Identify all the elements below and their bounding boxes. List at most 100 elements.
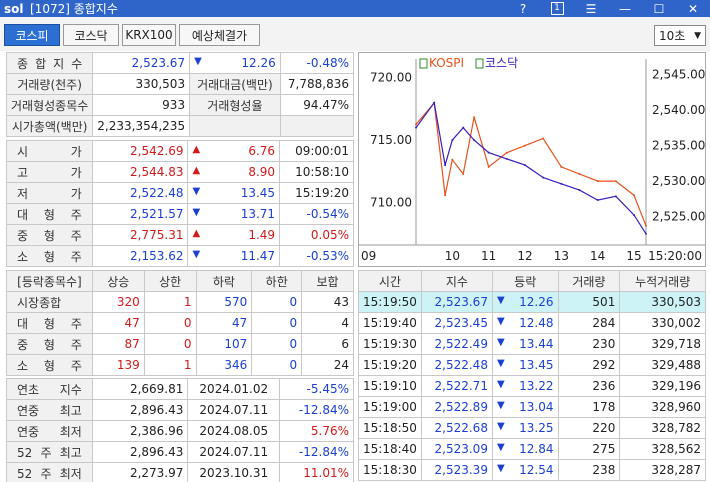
ohlc-change: ▲ 1.49: [187, 224, 281, 246]
tick-volume: 230: [557, 333, 621, 355]
breadth-cell: 43: [301, 291, 354, 313]
series-point: [524, 164, 527, 167]
composite-label: 종 합 지 수: [5, 52, 94, 74]
tick-cum-volume: 329,196: [619, 375, 706, 397]
tick-volume: 275: [557, 438, 621, 460]
chevron-down-icon: ▼: [694, 30, 701, 41]
annual-row: 연중 최저 2,386.96 2024.08.05 5.76%: [6, 420, 354, 442]
breadth-cell: 47: [195, 312, 253, 334]
tick-row[interactable]: 15:19:50 2,523.67 ▼ 12.26 501 330,503: [358, 291, 706, 313]
tab-kosdaq[interactable]: 코스닥: [63, 24, 119, 46]
down-arrow-icon: ▼: [496, 358, 505, 369]
tick-cum-volume: 329,718: [619, 333, 706, 355]
breadth-cell: 0: [143, 333, 197, 355]
tick-change: ▼ 13.45: [491, 354, 559, 376]
tick-volume: 501: [557, 291, 621, 313]
tick-cum-volume: 330,503: [619, 291, 706, 313]
series-point: [578, 173, 581, 176]
x-axis-tick-label: 13: [554, 249, 569, 263]
tick-cum-volume: 328,562: [619, 438, 706, 460]
annual-rate: -5.45%: [279, 378, 354, 400]
composite-change: 12.26: [241, 56, 276, 70]
tick-row[interactable]: 15:18:30 2,523.39 ▼ 12.54 238 328,287: [358, 459, 706, 481]
annual-date: 2023.10.31: [187, 462, 281, 482]
breadth-cell: 346: [195, 354, 253, 376]
ohlc-change-value: 1.49: [248, 228, 276, 242]
annual-date: 2024.08.05: [187, 420, 281, 442]
menu-icon[interactable]: ☰: [574, 0, 608, 17]
breadth-cell: 1: [143, 354, 197, 376]
annual-rate: -12.84%: [279, 441, 354, 463]
tick-change-value: 13.44: [519, 337, 554, 351]
window-title: [1072] 종합지수: [30, 2, 118, 16]
legend-marker-icon: [475, 58, 484, 69]
series-point: [560, 182, 563, 185]
tab-expected-price[interactable]: 예상체결가: [179, 24, 260, 46]
ohlc-change: ▼ 13.71: [187, 203, 281, 225]
tab-kospi[interactable]: 코스피: [4, 24, 60, 46]
legend-entry: 코스닥: [485, 56, 518, 70]
series-point: [415, 126, 417, 129]
window-number-button[interactable]: 1: [540, 0, 574, 17]
tick-index: 2,523.67: [420, 291, 493, 313]
tab-krx100[interactable]: KRX100: [122, 24, 176, 46]
help-button[interactable]: ?: [506, 0, 540, 17]
interval-select[interactable]: 10초 ▼: [654, 25, 706, 46]
ohlc-label: 저 가: [6, 182, 93, 204]
maximize-button[interactable]: ☐: [642, 0, 676, 17]
annual-value: 2,896.43: [91, 399, 189, 421]
tick-row[interactable]: 15:19:20 2,522.48 ▼ 13.45 292 329,488: [358, 354, 706, 376]
ohlc-change-value: 6.76: [248, 144, 276, 158]
tick-index: 2,523.09: [420, 438, 493, 460]
tick-row[interactable]: 15:19:40 2,523.45 ▼ 12.48 284 330,002: [358, 312, 706, 334]
tick-index: 2,522.71: [420, 375, 493, 397]
x-axis-tick-label: 10: [445, 249, 460, 263]
right-axis-tick-label: 2,530.00: [652, 174, 705, 188]
down-arrow-icon: ▼: [496, 316, 505, 327]
tick-row[interactable]: 15:19:00 2,522.89 ▼ 13.04 178 328,960: [358, 396, 706, 418]
down-arrow-icon: ▼: [496, 421, 505, 432]
breadth-cell: 320: [91, 291, 145, 313]
series-point: [462, 173, 465, 176]
tick-cum-volume: 328,960: [619, 396, 706, 418]
tick-volume: 220: [557, 417, 621, 439]
title-bar: sol [1072] 종합지수 ? 1 ☰ — ☐ ✕: [0, 0, 710, 17]
series-point: [462, 126, 465, 129]
tick-volume: 238: [557, 459, 621, 481]
ohlc-row: 고 가 2,544.83 ▲ 8.90 10:58:10: [6, 161, 354, 183]
toolbar: 코스피 코스닥 KRX100 예상체결가 10초 ▼: [0, 17, 710, 51]
series-point: [542, 137, 545, 140]
series-point: [487, 151, 490, 154]
ohlc-change: ▲ 6.76: [187, 140, 281, 162]
tick-volume: 284: [557, 312, 621, 334]
tick-time: 15:18:30: [358, 459, 422, 481]
tick-change-value: 12.54: [519, 463, 554, 477]
series-point: [614, 195, 617, 198]
tick-row[interactable]: 15:18:40 2,523.09 ▼ 12.84 275 328,562: [358, 438, 706, 460]
ohlc-row: 소 형 주 2,153.62 ▼ 11.47 -0.53%: [6, 245, 354, 267]
tick-change: ▼ 12.54: [491, 459, 559, 481]
tick-row[interactable]: 15:18:50 2,522.68 ▼ 13.25 220 328,782: [358, 417, 706, 439]
breadth-cell: 1: [143, 291, 197, 313]
tick-change-value: 12.84: [519, 442, 554, 456]
annual-row: 52 주 최저 2,273.97 2023.10.31 11.01%: [6, 462, 354, 482]
ohlc-value: 2,542.69: [91, 140, 189, 162]
tick-change: ▼ 13.25: [491, 417, 559, 439]
close-button[interactable]: ✕: [676, 0, 710, 17]
formed-rate-value: 94.47%: [279, 94, 355, 116]
minimize-button[interactable]: —: [608, 0, 642, 17]
breadth-cell: 24: [301, 354, 354, 376]
series-point: [578, 189, 581, 192]
series-point: [505, 151, 508, 154]
ticks-header: 시간: [358, 270, 422, 292]
breadth-header: 하락: [195, 270, 253, 292]
tick-row[interactable]: 15:19:30 2,522.49 ▼ 13.44 230 329,718: [358, 333, 706, 355]
tick-volume: 236: [557, 375, 621, 397]
breadth-row: 대 형 주 47 0 47 0 4: [6, 312, 354, 334]
tick-row[interactable]: 15:19:10 2,522.71 ▼ 13.22 236 329,196: [358, 375, 706, 397]
composite-change-cell: ▼ 12.26: [189, 52, 281, 74]
tick-change-value: 13.25: [519, 421, 554, 435]
series-point: [444, 164, 447, 167]
tick-time: 15:18:50: [358, 417, 422, 439]
annual-rate: 11.01%: [279, 462, 354, 482]
